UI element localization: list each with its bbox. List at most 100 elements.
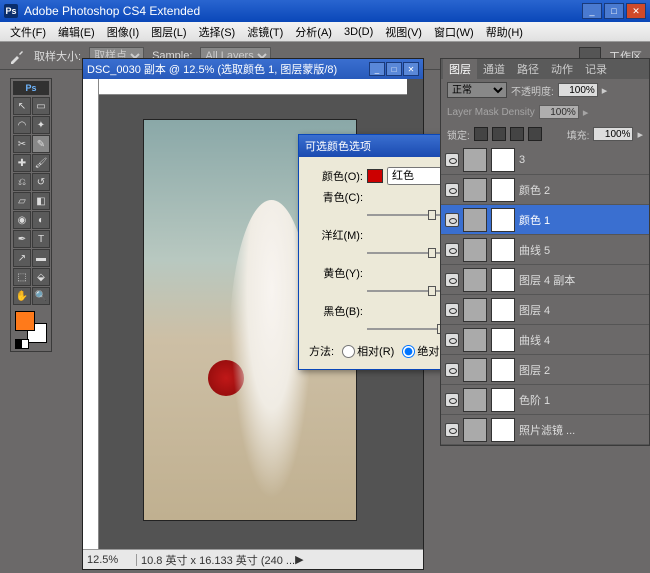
layer-row[interactable]: 曲线 5	[441, 235, 649, 265]
layer-mask-thumbnail[interactable]	[491, 268, 515, 292]
layer-thumbnail[interactable]	[463, 268, 487, 292]
visibility-icon[interactable]	[445, 153, 459, 167]
type-tool[interactable]: T	[32, 230, 50, 248]
tab-paths[interactable]: 路径	[511, 59, 545, 79]
layer-mask-thumbnail[interactable]	[491, 358, 515, 382]
menu-view[interactable]: 视图(V)	[379, 22, 428, 42]
layer-thumbnail[interactable]	[463, 298, 487, 322]
menu-window[interactable]: 窗口(W)	[428, 22, 480, 42]
maximize-button[interactable]: □	[604, 3, 624, 19]
layer-thumbnail[interactable]	[463, 178, 487, 202]
doc-minimize-button[interactable]: _	[369, 62, 385, 76]
visibility-icon[interactable]	[445, 273, 459, 287]
default-colors-icon[interactable]	[15, 339, 29, 349]
layer-thumbnail[interactable]	[463, 328, 487, 352]
lock-position-icon[interactable]	[510, 127, 524, 141]
visibility-icon[interactable]	[445, 333, 459, 347]
menu-file[interactable]: 文件(F)	[4, 22, 52, 42]
close-button[interactable]: ✕	[626, 3, 646, 19]
heal-tool[interactable]: ✚	[13, 154, 31, 172]
fill-input[interactable]	[593, 127, 633, 141]
density-input[interactable]	[539, 105, 579, 119]
minimize-button[interactable]: _	[582, 3, 602, 19]
layer-row[interactable]: 色阶 1	[441, 385, 649, 415]
3d-camera-tool[interactable]: ⬙	[32, 268, 50, 286]
tab-history[interactable]: 记录	[579, 59, 613, 79]
path-tool[interactable]: ↗	[13, 249, 31, 267]
layer-mask-thumbnail[interactable]	[491, 418, 515, 442]
lock-pixels-icon[interactable]	[492, 127, 506, 141]
menu-select[interactable]: 选择(S)	[193, 22, 242, 42]
visibility-icon[interactable]	[445, 303, 459, 317]
layer-row[interactable]: 图层 2	[441, 355, 649, 385]
visibility-icon[interactable]	[445, 243, 459, 257]
doc-maximize-button[interactable]: □	[386, 62, 402, 76]
blend-mode-select[interactable]: 正常	[447, 82, 507, 98]
layer-mask-thumbnail[interactable]	[491, 208, 515, 232]
crop-tool[interactable]: ✂	[13, 135, 31, 153]
visibility-icon[interactable]	[445, 393, 459, 407]
layer-thumbnail[interactable]	[463, 238, 487, 262]
pen-tool[interactable]: ✒	[13, 230, 31, 248]
menu-image[interactable]: 图像(I)	[101, 22, 145, 42]
lock-transparency-icon[interactable]	[474, 127, 488, 141]
eyedropper-tool[interactable]: ✎	[32, 135, 50, 153]
eraser-tool[interactable]: ▱	[13, 192, 31, 210]
tab-actions[interactable]: 动作	[545, 59, 579, 79]
layer-mask-thumbnail[interactable]	[491, 238, 515, 262]
menu-analysis[interactable]: 分析(A)	[289, 22, 338, 42]
shape-tool[interactable]: ▬	[32, 249, 50, 267]
layer-thumbnail[interactable]	[463, 208, 487, 232]
menu-3d[interactable]: 3D(D)	[338, 24, 379, 40]
visibility-icon[interactable]	[445, 213, 459, 227]
layer-thumbnail[interactable]	[463, 388, 487, 412]
zoom-level[interactable]: 12.5%	[87, 554, 137, 566]
lock-all-icon[interactable]	[528, 127, 542, 141]
doc-close-button[interactable]: ✕	[403, 62, 419, 76]
layer-row[interactable]: 图层 4	[441, 295, 649, 325]
layer-row[interactable]: 照片滤镜 ...	[441, 415, 649, 445]
history-brush-tool[interactable]: ↺	[32, 173, 50, 191]
blur-tool[interactable]: ◉	[13, 211, 31, 229]
gradient-tool[interactable]: ◧	[32, 192, 50, 210]
hand-tool[interactable]: ✋	[13, 287, 31, 305]
layer-mask-thumbnail[interactable]	[491, 328, 515, 352]
layer-row[interactable]: 图层 4 副本	[441, 265, 649, 295]
layer-thumbnail[interactable]	[463, 418, 487, 442]
menu-filter[interactable]: 滤镜(T)	[241, 22, 289, 42]
visibility-icon[interactable]	[445, 363, 459, 377]
layer-thumbnail[interactable]	[463, 358, 487, 382]
tab-layers[interactable]: 图层	[443, 59, 477, 79]
visibility-icon[interactable]	[445, 423, 459, 437]
method-relative[interactable]: 相对(R)	[342, 343, 394, 359]
visibility-icon[interactable]	[445, 183, 459, 197]
layer-mask-thumbnail[interactable]	[491, 148, 515, 172]
foreground-color-swatch[interactable]	[15, 311, 35, 331]
brush-tool[interactable]: 🖌	[32, 154, 50, 172]
layer-thumbnail[interactable]	[463, 148, 487, 172]
fill-arrow-icon[interactable]: ▸	[637, 128, 643, 141]
zoom-tool[interactable]: 🔍	[32, 287, 50, 305]
density-arrow-icon[interactable]: ▸	[583, 106, 589, 119]
menu-edit[interactable]: 编辑(E)	[52, 22, 101, 42]
opacity-input[interactable]	[558, 83, 598, 97]
menu-layer[interactable]: 图层(L)	[145, 22, 192, 42]
menu-help[interactable]: 帮助(H)	[480, 22, 529, 42]
3d-tool[interactable]: ⬚	[13, 268, 31, 286]
wand-tool[interactable]: ✦	[32, 116, 50, 134]
layer-row[interactable]: 曲线 4	[441, 325, 649, 355]
dodge-tool[interactable]: ◐	[32, 211, 50, 229]
statusbar-arrow-icon[interactable]: ▶	[295, 553, 303, 566]
layer-mask-thumbnail[interactable]	[491, 298, 515, 322]
layer-mask-thumbnail[interactable]	[491, 388, 515, 412]
move-tool[interactable]: ↖	[13, 97, 31, 115]
marquee-tool[interactable]: ▭	[32, 97, 50, 115]
stamp-tool[interactable]: ⎌	[13, 173, 31, 191]
lasso-tool[interactable]: ◠	[13, 116, 31, 134]
opacity-arrow-icon[interactable]: ▸	[602, 84, 608, 97]
layer-row[interactable]: 颜色 1	[441, 205, 649, 235]
layer-mask-thumbnail[interactable]	[491, 178, 515, 202]
layer-row[interactable]: 3	[441, 145, 649, 175]
layer-row[interactable]: 颜色 2	[441, 175, 649, 205]
tab-channels[interactable]: 通道	[477, 59, 511, 79]
